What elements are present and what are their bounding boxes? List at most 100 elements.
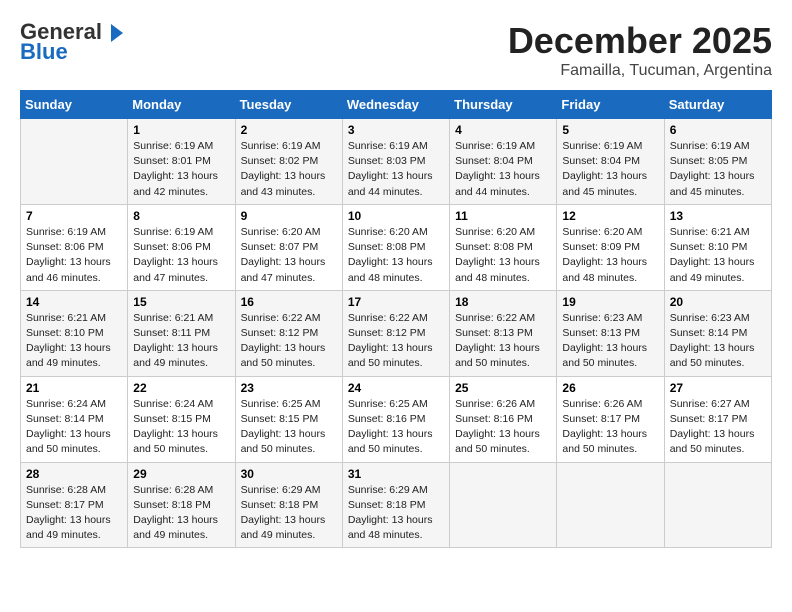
month-title: December 2025 — [508, 20, 772, 62]
day-info: Sunrise: 6:29 AMSunset: 8:18 PMDaylight:… — [348, 483, 444, 544]
day-cell: 12 Sunrise: 6:20 AMSunset: 8:09 PMDayligh… — [557, 204, 664, 290]
day-number: 10 — [348, 209, 444, 223]
day-info: Sunrise: 6:23 AMSunset: 8:14 PMDaylight:… — [670, 311, 766, 372]
day-cell: 27Sunrise: 6:27 AMSunset: 8:17 PMDayligh… — [664, 376, 771, 462]
day-cell — [21, 119, 128, 205]
day-cell: 16 Sunrise: 6:22 AMSunset: 8:12 PMDayligh… — [235, 290, 342, 376]
day-number: 17 — [348, 295, 444, 309]
day-number: 29 — [133, 467, 229, 481]
day-cell: 7 Sunrise: 6:19 AMSunset: 8:06 PMDaylight… — [21, 204, 128, 290]
day-info: Sunrise: 6:29 AMSunset: 8:18 PMDaylight:… — [241, 483, 337, 544]
day-info: Sunrise: 6:23 AMSunset: 8:13 PMDaylight:… — [562, 311, 658, 372]
day-cell: 11 Sunrise: 6:20 AMSunset: 8:08 PMDayligh… — [450, 204, 557, 290]
day-cell: 9 Sunrise: 6:20 AMSunset: 8:07 PMDaylight… — [235, 204, 342, 290]
days-header-row: SundayMondayTuesdayWednesdayThursdayFrid… — [21, 91, 772, 119]
day-info: Sunrise: 6:22 AMSunset: 8:12 PMDaylight:… — [348, 311, 444, 372]
location-title: Famailla, Tucuman, Argentina — [508, 62, 772, 80]
day-cell: 30 Sunrise: 6:29 AMSunset: 8:18 PMDayligh… — [235, 462, 342, 548]
day-number: 23 — [241, 381, 337, 395]
header-wednesday: Wednesday — [342, 91, 449, 119]
day-number: 25 — [455, 381, 551, 395]
week-row-1: 1 Sunrise: 6:19 AMSunset: 8:01 PMDaylight… — [21, 119, 772, 205]
day-cell: 25 Sunrise: 6:26 AMSunset: 8:16 PMDayligh… — [450, 376, 557, 462]
day-info: Sunrise: 6:19 AMSunset: 8:04 PMDaylight:… — [562, 139, 658, 200]
day-number: 31 — [348, 467, 444, 481]
header-saturday: Saturday — [664, 91, 771, 119]
day-cell: 8 Sunrise: 6:19 AMSunset: 8:06 PMDaylight… — [128, 204, 235, 290]
day-info: Sunrise: 6:24 AMSunset: 8:15 PMDaylight:… — [133, 397, 229, 458]
day-cell: 4Sunrise: 6:19 AMSunset: 8:04 PMDaylight… — [450, 119, 557, 205]
day-cell: 26 Sunrise: 6:26 AMSunset: 8:17 PMDayligh… — [557, 376, 664, 462]
day-number: 20 — [670, 295, 766, 309]
day-number: 6 — [670, 123, 766, 137]
day-number: 3 — [348, 123, 444, 137]
day-info: Sunrise: 6:19 AMSunset: 8:06 PMDaylight:… — [133, 225, 229, 286]
logo-icon — [103, 22, 125, 44]
day-cell: 31 Sunrise: 6:29 AMSunset: 8:18 PMDayligh… — [342, 462, 449, 548]
day-number: 2 — [241, 123, 337, 137]
day-cell: 5Sunrise: 6:19 AMSunset: 8:04 PMDaylight… — [557, 119, 664, 205]
day-number: 21 — [26, 381, 122, 395]
day-cell: 3 Sunrise: 6:19 AMSunset: 8:03 PMDaylight… — [342, 119, 449, 205]
day-number: 16 — [241, 295, 337, 309]
header-friday: Friday — [557, 91, 664, 119]
day-number: 24 — [348, 381, 444, 395]
day-number: 19 — [562, 295, 658, 309]
calendar-table: SundayMondayTuesdayWednesdayThursdayFrid… — [20, 90, 772, 548]
day-info: Sunrise: 6:19 AMSunset: 8:01 PMDaylight:… — [133, 139, 229, 200]
logo-blue: Blue — [20, 39, 68, 64]
day-number: 30 — [241, 467, 337, 481]
day-info: Sunrise: 6:26 AMSunset: 8:17 PMDaylight:… — [562, 397, 658, 458]
day-info: Sunrise: 6:28 AMSunset: 8:17 PMDaylight:… — [26, 483, 122, 544]
day-info: Sunrise: 6:25 AMSunset: 8:15 PMDaylight:… — [241, 397, 337, 458]
day-cell — [557, 462, 664, 548]
day-cell: 13Sunrise: 6:21 AMSunset: 8:10 PMDayligh… — [664, 204, 771, 290]
day-number: 12 — [562, 209, 658, 223]
day-number: 8 — [133, 209, 229, 223]
week-row-3: 14Sunrise: 6:21 AMSunset: 8:10 PMDayligh… — [21, 290, 772, 376]
day-info: Sunrise: 6:20 AMSunset: 8:09 PMDaylight:… — [562, 225, 658, 286]
day-number: 7 — [26, 209, 122, 223]
day-number: 11 — [455, 209, 551, 223]
day-cell: 1 Sunrise: 6:19 AMSunset: 8:01 PMDaylight… — [128, 119, 235, 205]
day-cell: 29 Sunrise: 6:28 AMSunset: 8:18 PMDayligh… — [128, 462, 235, 548]
day-cell: 19 Sunrise: 6:23 AMSunset: 8:13 PMDayligh… — [557, 290, 664, 376]
day-cell: 18Sunrise: 6:22 AMSunset: 8:13 PMDayligh… — [450, 290, 557, 376]
day-info: Sunrise: 6:26 AMSunset: 8:16 PMDaylight:… — [455, 397, 551, 458]
day-cell — [664, 462, 771, 548]
day-number: 28 — [26, 467, 122, 481]
day-info: Sunrise: 6:19 AMSunset: 8:03 PMDaylight:… — [348, 139, 444, 200]
day-info: Sunrise: 6:21 AMSunset: 8:11 PMDaylight:… — [133, 311, 229, 372]
day-number: 1 — [133, 123, 229, 137]
day-info: Sunrise: 6:20 AMSunset: 8:08 PMDaylight:… — [455, 225, 551, 286]
day-info: Sunrise: 6:22 AMSunset: 8:12 PMDaylight:… — [241, 311, 337, 372]
day-info: Sunrise: 6:21 AMSunset: 8:10 PMDaylight:… — [26, 311, 122, 372]
day-number: 22 — [133, 381, 229, 395]
day-cell: 28 Sunrise: 6:28 AMSunset: 8:17 PMDayligh… — [21, 462, 128, 548]
day-info: Sunrise: 6:20 AMSunset: 8:07 PMDaylight:… — [241, 225, 337, 286]
day-cell: 21 Sunrise: 6:24 AMSunset: 8:14 PMDayligh… — [21, 376, 128, 462]
day-cell: 6Sunrise: 6:19 AMSunset: 8:05 PMDaylight… — [664, 119, 771, 205]
day-number: 15 — [133, 295, 229, 309]
day-cell: 2 Sunrise: 6:19 AMSunset: 8:02 PMDaylight… — [235, 119, 342, 205]
day-info: Sunrise: 6:25 AMSunset: 8:16 PMDaylight:… — [348, 397, 444, 458]
header-monday: Monday — [128, 91, 235, 119]
day-info: Sunrise: 6:19 AMSunset: 8:02 PMDaylight:… — [241, 139, 337, 200]
header-sunday: Sunday — [21, 91, 128, 119]
week-row-4: 21 Sunrise: 6:24 AMSunset: 8:14 PMDayligh… — [21, 376, 772, 462]
day-number: 9 — [241, 209, 337, 223]
header-tuesday: Tuesday — [235, 91, 342, 119]
day-number: 27 — [670, 381, 766, 395]
day-cell: 14Sunrise: 6:21 AMSunset: 8:10 PMDayligh… — [21, 290, 128, 376]
day-info: Sunrise: 6:19 AMSunset: 8:06 PMDaylight:… — [26, 225, 122, 286]
day-info: Sunrise: 6:28 AMSunset: 8:18 PMDaylight:… — [133, 483, 229, 544]
day-number: 13 — [670, 209, 766, 223]
day-cell: 22 Sunrise: 6:24 AMSunset: 8:15 PMDayligh… — [128, 376, 235, 462]
logo: General Blue — [20, 20, 126, 64]
title-block: December 2025 Famailla, Tucuman, Argenti… — [508, 20, 772, 80]
day-cell — [450, 462, 557, 548]
day-cell: 17 Sunrise: 6:22 AMSunset: 8:12 PMDayligh… — [342, 290, 449, 376]
day-number: 26 — [562, 381, 658, 395]
day-info: Sunrise: 6:24 AMSunset: 8:14 PMDaylight:… — [26, 397, 122, 458]
week-row-5: 28 Sunrise: 6:28 AMSunset: 8:17 PMDayligh… — [21, 462, 772, 548]
